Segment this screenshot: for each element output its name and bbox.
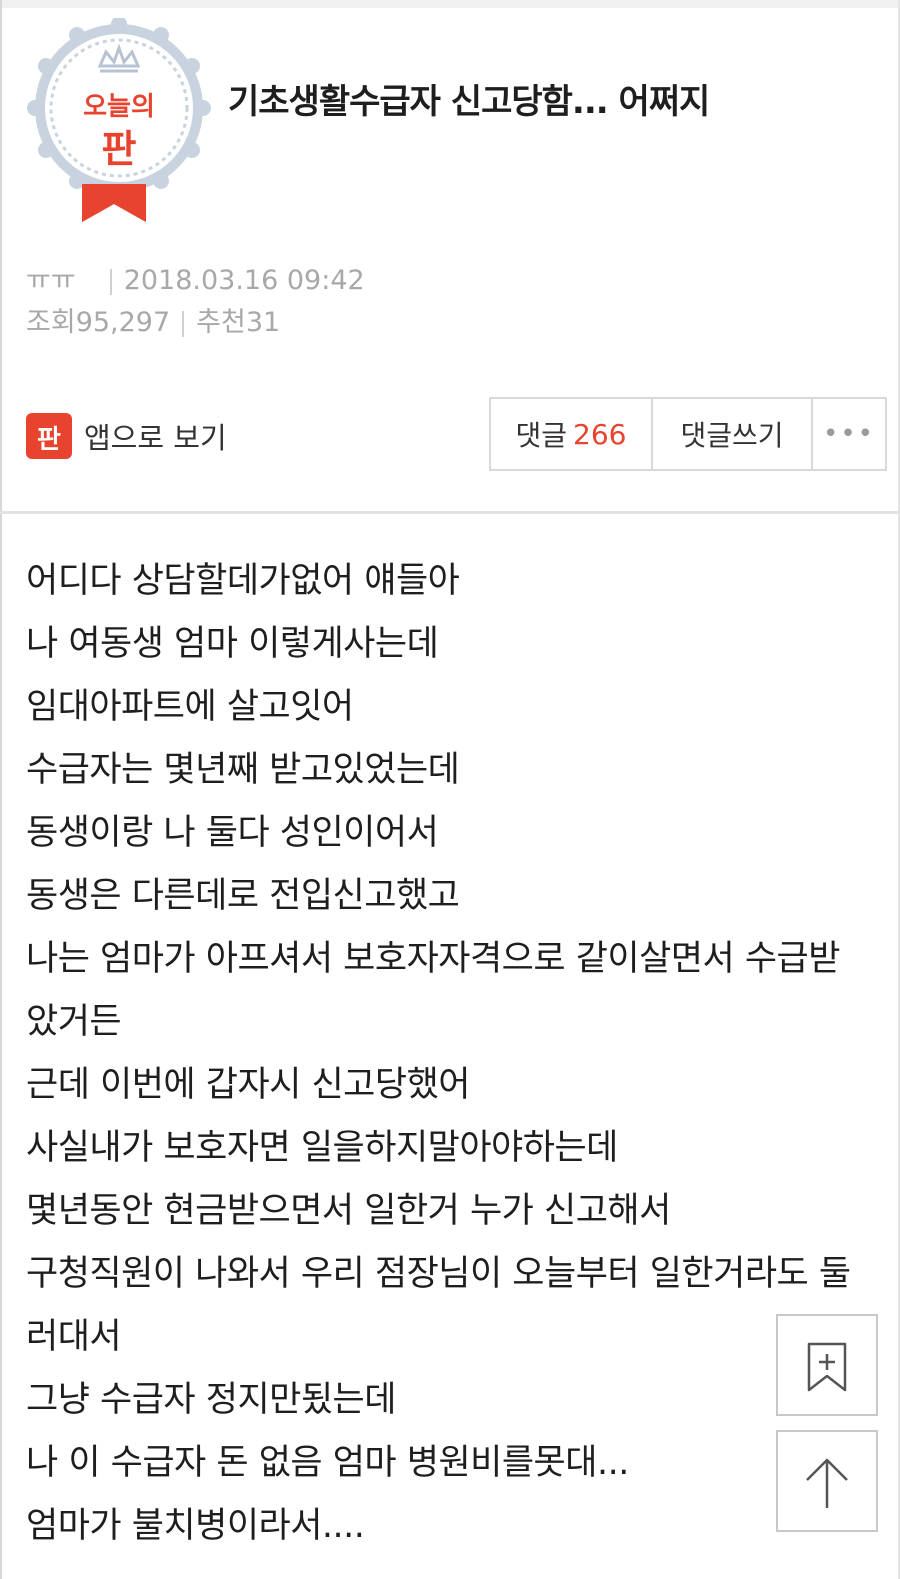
body-line: 았거든 bbox=[26, 1002, 122, 1042]
views-label: 조회 bbox=[26, 307, 76, 338]
post-meta-author-date: ㅠㅠ 2018.03.16 09:42 bbox=[26, 258, 365, 297]
views-count: 95,297 bbox=[75, 307, 171, 338]
body-line: 그냥 수급자 정지만됬는데 bbox=[26, 1380, 396, 1420]
scroll-top-button[interactable] bbox=[776, 1430, 878, 1532]
write-comment-button[interactable]: 댓글쓰기 bbox=[653, 399, 813, 469]
app-view-link[interactable]: 판 앱으로 보기 bbox=[26, 410, 227, 462]
comments-count: 266 bbox=[573, 417, 627, 451]
body-line: 나 이 수급자 돈 없음 엄마 병원비를못대... bbox=[26, 1443, 629, 1483]
meta-separator bbox=[182, 310, 185, 337]
post-meta-stats: 조회95,297 추천31 bbox=[26, 300, 280, 339]
body-line: 임대아파트에 살고잇어 bbox=[26, 687, 354, 727]
post-datetime: 2018.03.16 09:42 bbox=[123, 265, 365, 296]
more-options-button[interactable]: ••• bbox=[813, 399, 885, 469]
author-name[interactable]: ㅠㅠ bbox=[26, 265, 76, 296]
body-line: 러대서 bbox=[26, 1317, 122, 1357]
body-line: 사실내가 보호자면 일을하지말아야하는데 bbox=[26, 1128, 618, 1168]
post-title: 기초생활수급자 신고당함... 어쩌지 bbox=[228, 82, 710, 122]
body-line: 구청직원이 나와서 우리 점장님이 오늘부터 일한거라도 둘 bbox=[26, 1254, 851, 1294]
body-line: 나는 엄마가 아프셔서 보호자자격으로 같이살면서 수급받 bbox=[26, 939, 840, 979]
body-line: 엄마가 불치병이라서.... bbox=[26, 1506, 365, 1546]
meta-separator bbox=[109, 268, 112, 295]
recommend-label: 추천 bbox=[196, 307, 246, 338]
body-line: 몇년동안 현금받으면서 일한거 누가 신고해서 bbox=[26, 1191, 671, 1231]
post-body: 어디다 상담할데가없어 얘들아 나 여동생 엄마 이렇게사는데 임대아파트에 살… bbox=[26, 550, 886, 1558]
pann-app-icon: 판 bbox=[26, 413, 72, 459]
recommend-count: 31 bbox=[245, 307, 281, 338]
body-line: 어디다 상담할데가없어 얘들아 bbox=[26, 561, 460, 601]
app-view-label: 앱으로 보기 bbox=[84, 421, 227, 455]
body-line: 근데 이번에 갑자시 신고당했어 bbox=[26, 1065, 470, 1105]
body-line: 동생은 다른데로 전입신고했고 bbox=[26, 876, 460, 916]
comments-button[interactable]: 댓글 266 bbox=[491, 399, 653, 469]
body-line: 나 여동생 엄마 이렇게사는데 bbox=[26, 624, 439, 664]
badge-label-main: 판 bbox=[101, 127, 137, 171]
section-divider bbox=[0, 511, 900, 514]
top-edge bbox=[0, 0, 900, 8]
today-pick-badge: 오늘의 판 bbox=[24, 16, 214, 228]
body-line: 동생이랑 나 둘다 성인이어서 bbox=[26, 813, 439, 853]
comments-label: 댓글 bbox=[515, 419, 568, 452]
left-border bbox=[0, 0, 2, 1579]
post-action-buttons: 댓글 266 댓글쓰기 ••• bbox=[489, 397, 887, 471]
arrow-up-icon bbox=[806, 1458, 848, 1508]
body-line: 수급자는 몇년째 받고있었는데 bbox=[26, 750, 460, 790]
bookmark-button[interactable] bbox=[776, 1314, 878, 1416]
bookmark-add-icon bbox=[807, 1342, 847, 1392]
